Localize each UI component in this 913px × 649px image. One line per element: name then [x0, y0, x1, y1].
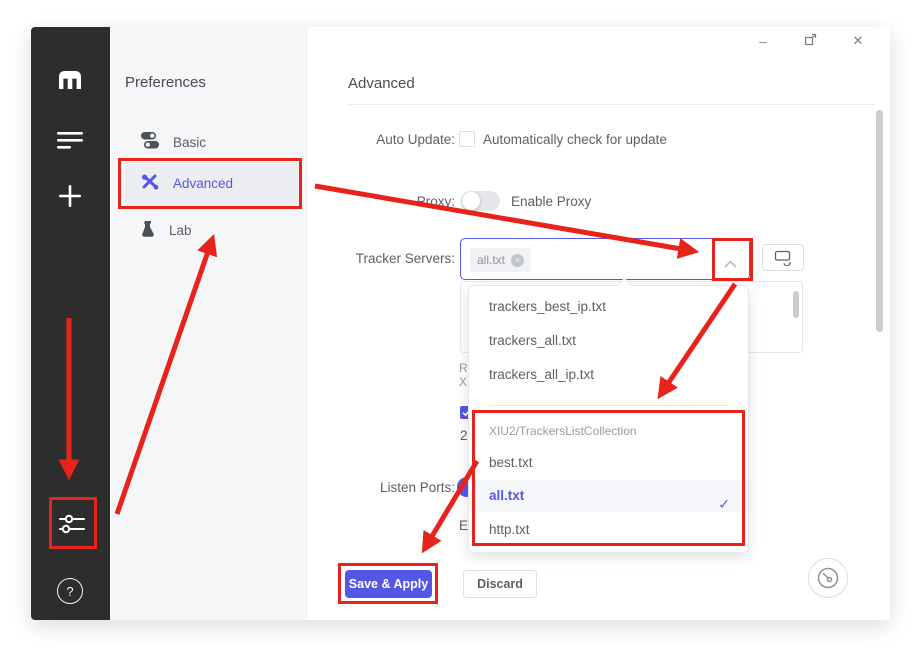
basic-icon — [141, 132, 159, 152]
preferences-title: Preferences — [125, 74, 206, 91]
dropdown-group-label: XIU2/TrackersListCollection — [489, 424, 637, 438]
clipped-value: 2 — [460, 428, 468, 443]
sidebar-item-basic[interactable]: Basic — [125, 127, 298, 157]
preferences-panel: Preferences Basic Advanced Lab — [110, 27, 308, 620]
minimize-button[interactable]: – — [752, 30, 774, 52]
app-sidebar: ? — [31, 27, 110, 620]
sidebar-item-label: Basic — [173, 134, 207, 150]
hint-line2: X — [459, 374, 468, 389]
listen-ports-label: Listen Ports: — [379, 480, 455, 495]
sidebar-item-advanced[interactable]: Advanced — [125, 162, 298, 205]
app-window: ? Preferences Basic Advanced Lab – ✕ Adv… — [31, 27, 890, 620]
dropdown-item[interactable]: trackers_all.txt — [469, 324, 748, 358]
settings-icon[interactable] — [58, 511, 86, 537]
close-icon: ✕ — [852, 33, 864, 48]
tag-remove-icon[interactable]: × — [511, 253, 525, 267]
advanced-tools-icon — [141, 174, 159, 193]
help-icon[interactable]: ? — [57, 578, 83, 604]
auto-update-label: Auto Update: — [376, 132, 455, 147]
motrix-logo-icon — [54, 65, 86, 93]
speedometer-icon — [817, 567, 839, 589]
clipped-hint-text: R X — [459, 361, 468, 389]
proxy-toggle-label: Enable Proxy — [511, 194, 592, 209]
dropdown-item[interactable]: trackers_best_ip.txt — [469, 290, 748, 324]
content-scrollbar-thumb[interactable] — [876, 110, 883, 332]
auto-update-checkbox[interactable] — [459, 131, 475, 147]
hint-line1: R — [459, 361, 468, 375]
selected-tracker-tag: all.txt × — [470, 248, 532, 272]
textarea-scrollbar-thumb[interactable] — [793, 291, 799, 318]
title-divider — [348, 104, 875, 105]
restore-icon — [804, 33, 817, 49]
close-button[interactable]: ✕ — [847, 30, 869, 52]
proxy-toggle[interactable] — [461, 191, 500, 211]
auto-update-checkbox-label: Automatically check for update — [483, 132, 667, 147]
minimize-icon: – — [759, 33, 767, 49]
dropdown-divider — [489, 405, 728, 406]
lab-flask-icon — [141, 220, 155, 241]
task-list-icon[interactable] — [56, 128, 84, 152]
sync-trackers-button[interactable] — [762, 244, 804, 271]
dropdown-item[interactable]: best.txt — [469, 446, 748, 480]
proxy-label: Proxy: — [416, 194, 455, 209]
dropdown-item[interactable]: http.txt — [469, 513, 748, 547]
discard-button[interactable]: Discard — [463, 570, 537, 598]
tag-close-glyph: × — [514, 255, 521, 265]
selected-item-label: all.txt — [489, 488, 525, 503]
screenshot-canvas: ? Preferences Basic Advanced Lab – ✕ Adv… — [0, 0, 913, 649]
tracker-servers-label: Tracker Servers: — [355, 251, 455, 266]
sidebar-item-lab[interactable]: Lab — [125, 215, 298, 245]
sidebar-item-label: Lab — [169, 222, 192, 238]
tracker-dropdown: trackers_best_ip.txt trackers_all.txt tr… — [468, 277, 749, 553]
help-glyph: ? — [66, 583, 74, 599]
page-title: Advanced — [348, 75, 415, 92]
speed-limit-button[interactable] — [808, 558, 848, 598]
restore-button[interactable] — [799, 30, 821, 52]
tag-label: all.txt — [477, 253, 506, 267]
dropdown-item[interactable]: trackers_all_ip.txt — [469, 358, 748, 392]
sidebar-item-label: Advanced — [173, 176, 234, 191]
toggle-knob — [462, 192, 480, 210]
tracker-servers-select[interactable]: all.txt × — [460, 238, 750, 280]
save-apply-button[interactable]: Save & Apply — [345, 570, 432, 598]
sync-trackers-icon — [774, 250, 791, 266]
add-task-icon[interactable] — [57, 183, 83, 209]
dropdown-item-selected[interactable]: all.txt ✓ — [469, 480, 748, 512]
clipped-enable-text: E — [459, 518, 469, 533]
chevron-up-icon[interactable] — [724, 255, 737, 273]
